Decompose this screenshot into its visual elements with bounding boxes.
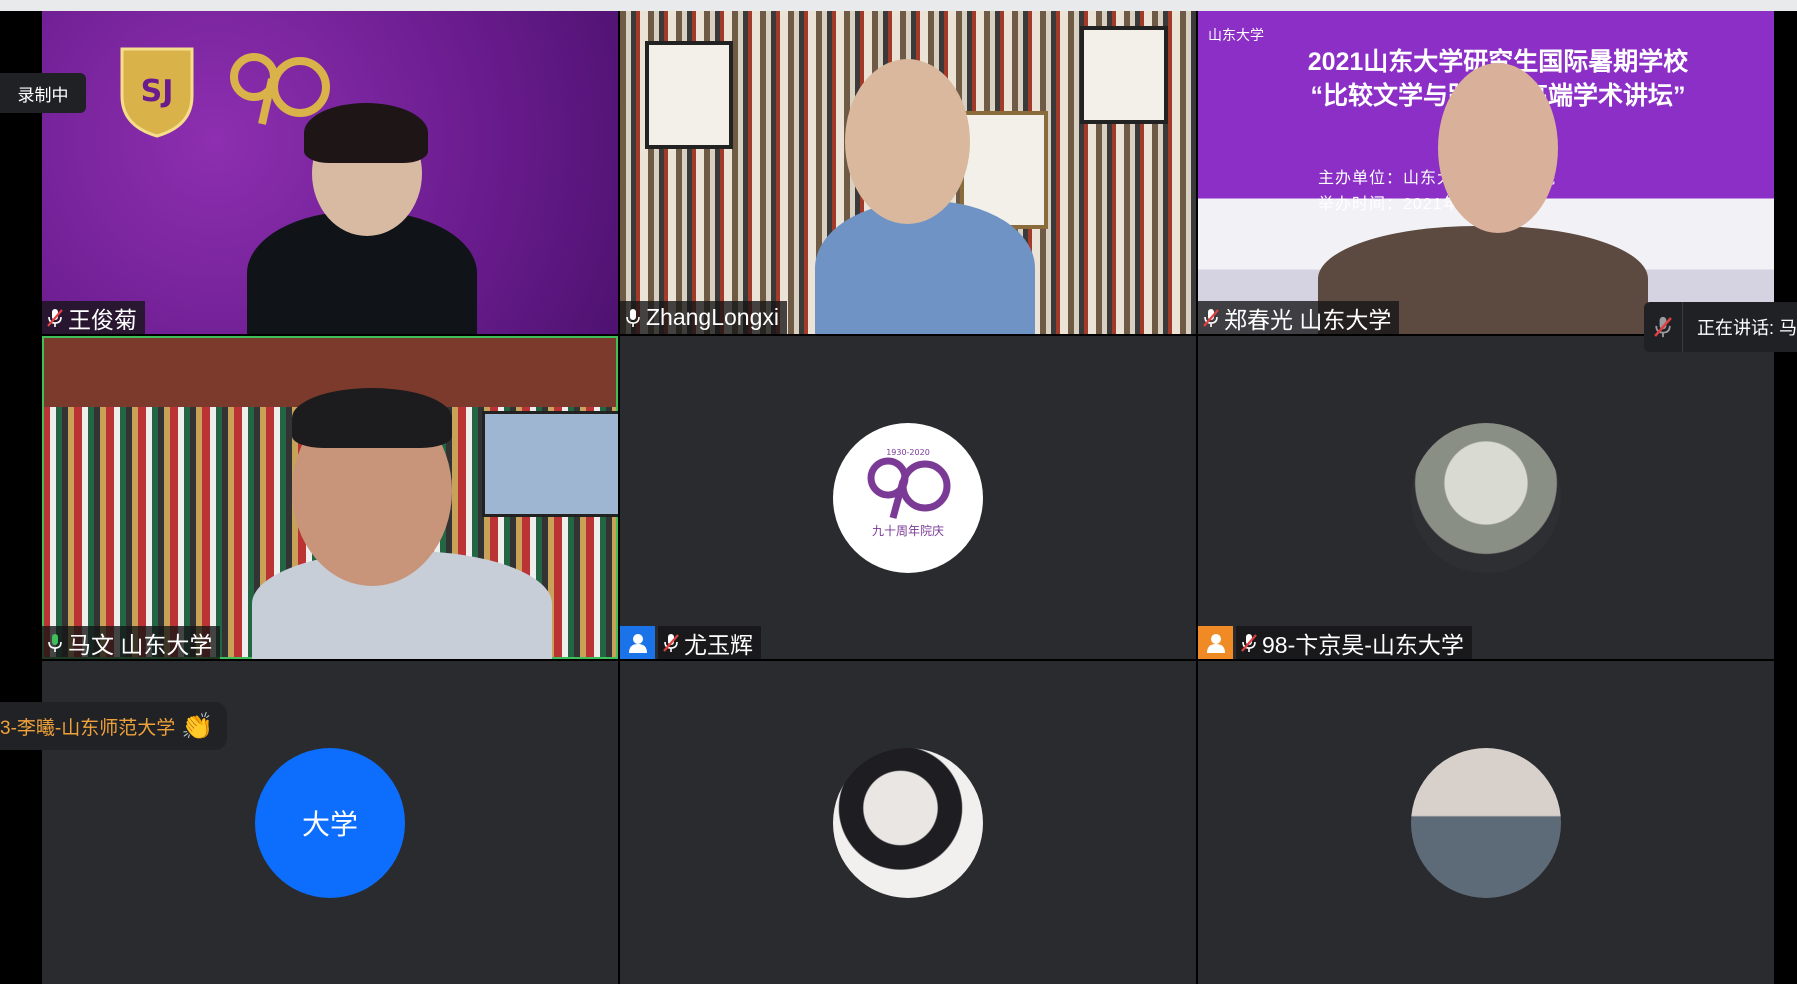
participant-name-tag: 尤玉辉 [658,626,761,659]
video-tile-4[interactable]: 马文 山东大学 [42,336,618,659]
participant-hair [292,388,452,448]
video-tile-9[interactable] [1198,661,1774,984]
college-logo: SJ [120,47,194,138]
video-grid: SJ 王俊菊 ZhangLongxi 山东大学 2021山东大学研究生国际暑期学… [42,11,1774,984]
participant-name-tag: 马文 山东大学 [42,626,221,659]
video-tile-8[interactable] [620,661,1196,984]
mic-icon [624,307,642,329]
speaking-label: 正在讲话: 马 [1696,318,1797,338]
participant-name-tag: 郑春光 山东大学 [1198,301,1400,334]
participant-name-tag: 98-卞京昊-山东大学 [1236,626,1472,659]
window-top-bar [0,0,1797,11]
reaction-notification: 3-李曦-山东师范大学 👏 [0,702,227,750]
participant-avatar: 大学 [255,747,405,898]
participant-avatar [1411,422,1561,573]
video-tile-2[interactable]: ZhangLongxi [620,11,1196,334]
clapping-hands-icon: 👏 [181,710,214,741]
user-icon [628,633,647,653]
participant-name: 马文 山东大学 [68,631,213,658]
speaking-indicator[interactable]: 正在讲话: 马 [1644,302,1797,352]
video-tile-5[interactable]: 1930-2020 九十周年院庆 尤玉辉 [620,336,1196,659]
participant-avatar [833,747,983,898]
university-logo: 山东大学 [1208,27,1264,43]
user-badge [620,626,655,659]
svg-text:九十周年院庆: 九十周年院庆 [872,524,944,538]
mic-active-icon [46,632,64,654]
mic-muted-icon [1240,632,1258,654]
participant-name: 尤玉辉 [684,631,753,658]
participant-face [845,59,970,224]
participant-name: 郑春光 山东大学 [1224,306,1392,333]
svg-text:SJ: SJ [141,74,174,109]
participant-name-tag: ZhangLongxi [620,301,787,334]
video-tile-3[interactable]: 山东大学 2021山东大学研究生国际暑期学校 “比较文学与跨文化高端学术讲坛” … [1198,11,1774,334]
participant-avatar [1411,747,1561,898]
ninety-anniversary-logo: 1930-2020 九十周年院庆 [867,448,951,538]
participant-name: 98-卞京昊-山东大学 [1262,631,1464,658]
participant-name: ZhangLongxi [646,304,779,330]
mic-muted-icon [1202,307,1220,329]
participant-name-tag: 王俊菊 [42,301,145,334]
participant-hair [304,103,428,163]
reaction-name: 3-李曦-山东师范大学 [0,717,176,739]
mic-muted-icon [662,632,680,654]
video-tile-6[interactable]: 98-卞京昊-山东大学 [1198,336,1774,659]
wall-certificate [1080,26,1168,124]
recording-indicator: 录制中 [0,73,86,113]
tv-screen [482,411,618,517]
wall-certificate [645,41,733,149]
participant-name: 王俊菊 [68,306,137,333]
participant-face [1438,63,1558,233]
mic-muted-icon [46,307,64,329]
participant-video [815,201,1035,334]
svg-text:1930-2020: 1930-2020 [886,448,930,457]
user-badge [1198,626,1233,659]
mic-muted-icon [1644,302,1683,352]
user-icon [1206,633,1225,653]
participant-avatar: 1930-2020 九十周年院庆 [833,422,983,573]
video-tile-1[interactable]: SJ 王俊菊 [42,11,618,334]
